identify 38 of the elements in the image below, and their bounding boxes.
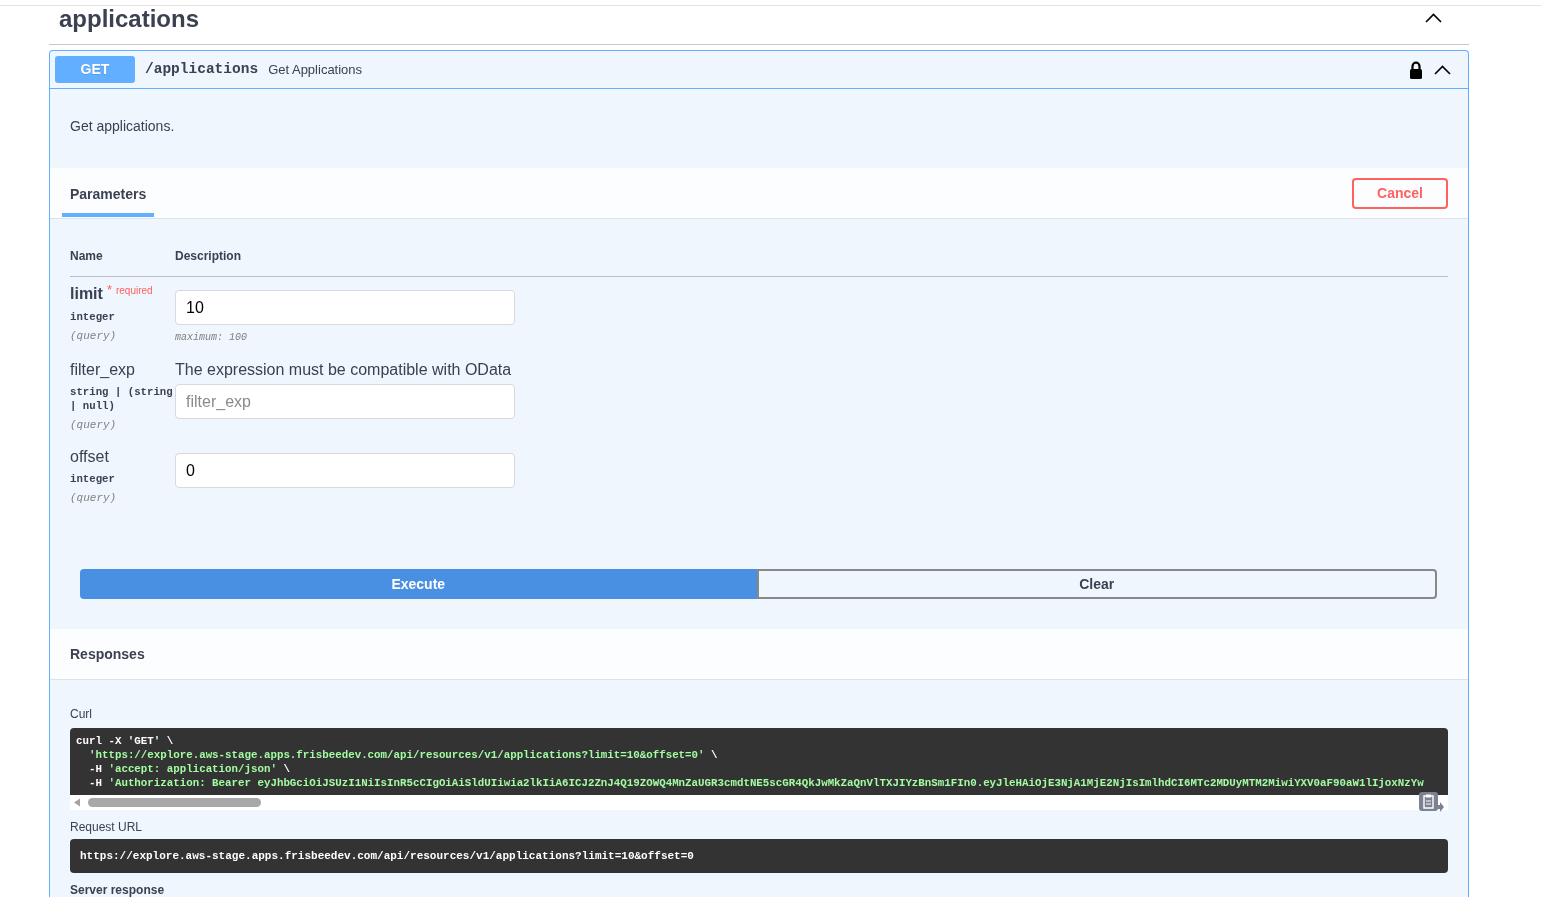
- parameter-input[interactable]: filter_exp: [175, 384, 515, 419]
- chevron-up-icon[interactable]: [1434, 64, 1451, 75]
- code-line: -H 'accept: application/json' \: [88, 762, 291, 776]
- endpoint-path: /applications: [145, 59, 259, 79]
- server-response-label: Server response: [70, 883, 166, 897]
- endpoint-summary: Get Applications: [268, 60, 363, 79]
- parameter-name: offset: [70, 448, 109, 465]
- parameter-type: string | (string | null): [70, 385, 174, 413]
- parameter-name: limit: [70, 285, 103, 302]
- parameter-location: (query): [70, 418, 118, 432]
- parameters-tab[interactable]: Parameters: [62, 170, 155, 217]
- parameter-location: (query): [70, 329, 118, 343]
- operation-description: Get applications.: [70, 118, 176, 135]
- code-line: curl -X 'GET' \: [76, 734, 175, 748]
- method-badge: GET: [55, 56, 135, 83]
- curl-label: Curl: [70, 707, 93, 722]
- parameter-location: (query): [70, 491, 118, 505]
- column-header: Description: [175, 237, 1448, 277]
- request-url-label: Request URL: [70, 820, 144, 835]
- responses-heading: Responses: [70, 645, 145, 663]
- code-line: 'https://explore.aws-stage.apps.frisbeedev.com/api/resources/v1/applications?limit=10&offset=0' \: [88, 748, 719, 762]
- request-url: https://explore.aws-stage.apps.frisbeedev.com/api/resources/v1/applications?limit=10&offset=0: [80, 849, 695, 863]
- required-label: * required: [106, 285, 153, 296]
- lock-icon[interactable]: [1409, 60, 1423, 79]
- parameter-input[interactable]: 10: [175, 290, 515, 325]
- parameter-constraint: maximum: 100: [175, 331, 248, 345]
- parameter-input[interactable]: 0: [175, 453, 515, 488]
- section-title: applications: [59, 5, 200, 33]
- chevron-up-icon[interactable]: [1425, 13, 1442, 23]
- code-line: -H 'Authorization: Bearer eyJhbGciOiJSUzI1NiIsInR5cCIgOiAiSldUIiwia2lkIiA6ICJ2ZnJ4Q19ZOWQ4MnZaUGR3cmdtNE5scGR4QkJwMkZaQnVlTXJIYzBnSm1FIn0.eyJleHAiOjE3NjA1MjE2NjIsImlhdCI6MTc2MDUyMTM2MiwiYXV0aF90aW1lIjoxNzYw: [88, 776, 1425, 790]
- parameter-type: integer: [70, 310, 116, 324]
- clear-button[interactable]: Clear: [756, 569, 1437, 599]
- column-header: Name: [70, 237, 175, 277]
- horizontal-scrollbar[interactable]: [70, 795, 1448, 810]
- parameter-name: filter_exp: [70, 361, 135, 378]
- copy-icon[interactable]: [1419, 792, 1444, 813]
- parameter-description: The expression must be compatible with OData: [175, 361, 513, 379]
- parameter-type: integer: [70, 472, 116, 486]
